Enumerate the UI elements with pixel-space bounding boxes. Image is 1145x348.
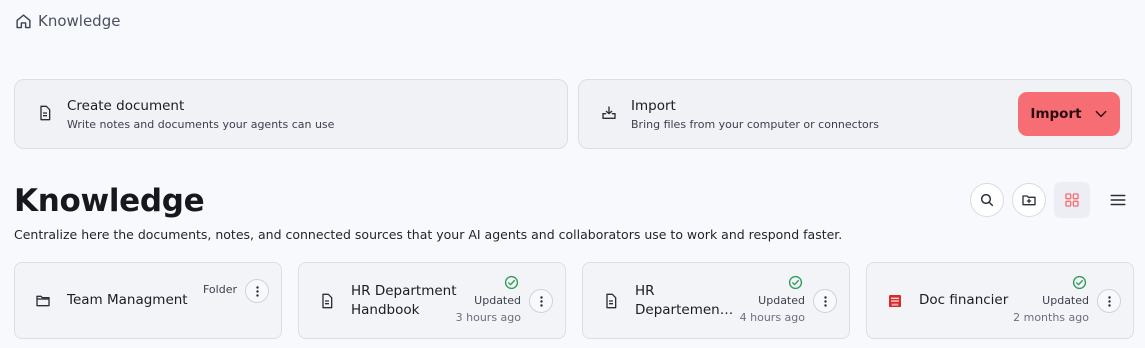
grid-icon xyxy=(1065,193,1079,207)
new-folder-button[interactable] xyxy=(1012,183,1046,217)
more-vertical-icon xyxy=(539,295,543,307)
more-vertical-icon xyxy=(1107,295,1111,307)
check-circle-icon xyxy=(1072,275,1087,290)
updated-time: 4 hours ago xyxy=(739,311,805,324)
status-label: Updated xyxy=(758,294,805,307)
create-document-subtitle: Write notes and documents your agents ca… xyxy=(67,117,335,131)
page-title: Knowledge xyxy=(14,183,205,219)
list-view-toggle[interactable] xyxy=(1101,183,1135,217)
grid-view-toggle[interactable] xyxy=(1054,182,1090,218)
import-button-label: Import xyxy=(1030,106,1082,122)
folder-icon xyxy=(36,295,50,306)
more-vertical-icon xyxy=(823,295,827,307)
status-label: Updated xyxy=(474,294,521,307)
page-description: Centralize here the documents, notes, an… xyxy=(14,227,843,242)
document-icon xyxy=(322,293,333,308)
import-button[interactable]: Import xyxy=(1018,92,1120,136)
toolbar xyxy=(970,182,1135,218)
search-icon xyxy=(980,193,994,207)
search-button[interactable] xyxy=(970,183,1004,217)
item-status: Updated 2 months ago xyxy=(1013,275,1089,324)
pdf-icon xyxy=(889,294,901,307)
list-item[interactable]: Doc financier Updated 2 months ago xyxy=(866,262,1134,339)
more-options-button[interactable] xyxy=(1097,289,1121,313)
document-icon xyxy=(40,105,51,121)
item-status: Updated 3 hours ago xyxy=(456,275,521,324)
create-document-title: Create document xyxy=(67,97,185,114)
home-icon[interactable] xyxy=(15,13,32,30)
list-item[interactable]: Team Managment Folder xyxy=(14,262,282,339)
create-document-card[interactable]: Create document Write notes and document… xyxy=(14,79,568,149)
import-card[interactable]: Import Bring files from your computer or… xyxy=(578,79,1132,149)
more-options-button[interactable] xyxy=(529,289,553,313)
list-item[interactable]: HR Department Handbook Updated 3 hours a… xyxy=(298,262,566,339)
more-options-button[interactable] xyxy=(245,279,269,303)
check-circle-icon xyxy=(788,275,803,290)
item-status: Updated 4 hours ago xyxy=(740,275,805,324)
document-icon xyxy=(606,293,617,308)
updated-time: 3 hours ago xyxy=(455,311,521,324)
chevron-down-icon xyxy=(1095,110,1106,118)
check-circle-icon xyxy=(504,275,519,290)
folder-plus-icon xyxy=(1022,195,1036,206)
quick-actions: Create document Write notes and document… xyxy=(14,79,1132,149)
more-options-button[interactable] xyxy=(813,289,837,313)
breadcrumb-label[interactable]: Knowledge xyxy=(38,12,120,30)
more-vertical-icon xyxy=(255,285,259,297)
import-subtitle: Bring files from your computer or connec… xyxy=(631,117,880,131)
breadcrumb: Knowledge xyxy=(15,12,120,30)
knowledge-items: Team Managment Folder HR Department Hand… xyxy=(14,262,1134,339)
item-kind: Folder xyxy=(203,283,237,296)
import-tray-icon xyxy=(602,106,616,119)
import-title: Import xyxy=(631,97,676,114)
list-item[interactable]: HR Departemen… Updated 4 hours ago xyxy=(582,262,850,339)
item-name: Team Managment xyxy=(67,292,188,308)
status-label: Updated xyxy=(1042,294,1089,307)
list-icon xyxy=(1110,194,1126,206)
updated-time: 2 months ago xyxy=(1013,311,1089,324)
